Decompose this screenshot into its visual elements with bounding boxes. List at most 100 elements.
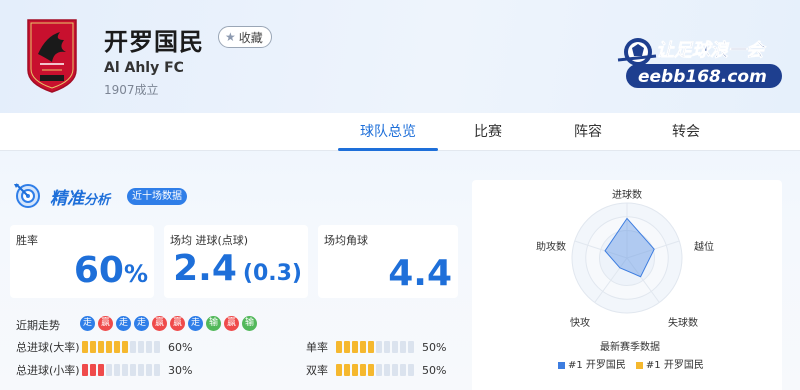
bar-segment-filled — [90, 341, 96, 353]
bar-segment-empty — [400, 364, 406, 376]
target-icon — [14, 183, 40, 208]
tab-overview[interactable]: 球队总览 — [338, 113, 438, 151]
odd-rate-row: 单率 50% — [306, 340, 447, 355]
team-name: 开罗国民 — [104, 28, 204, 56]
team-crest-logo — [27, 19, 77, 93]
form-result-badge: 走 — [116, 316, 131, 331]
bar-percent: 50% — [422, 363, 447, 377]
form-result-badge: 输 — [242, 316, 257, 331]
bar-segment-filled — [82, 341, 88, 353]
form-result-badge: 走 — [188, 316, 203, 331]
stat-value: 60% — [73, 250, 148, 291]
form-result-badge: 走 — [80, 316, 95, 331]
star-icon: ★ — [225, 30, 236, 44]
bar-label: 总进球(大率) — [16, 341, 80, 354]
bar-segment-filled — [114, 341, 120, 353]
bar-label: 双率 — [306, 364, 328, 377]
bar-segments — [82, 364, 160, 376]
bar-segments — [82, 341, 160, 353]
bar-percent: 50% — [422, 340, 447, 354]
bar-segment-filled — [336, 364, 342, 376]
bar-segment-empty — [130, 341, 136, 353]
bar-segment-empty — [376, 341, 382, 353]
stat-label: 场均角球 — [324, 234, 368, 247]
bar-segment-empty — [138, 364, 144, 376]
bar-segment-filled — [360, 341, 366, 353]
bar-segment-empty — [408, 364, 414, 376]
bar-label: 总进球(小率) — [16, 364, 80, 377]
legend-swatch — [635, 361, 643, 369]
bar-segment-empty — [154, 341, 160, 353]
tab-transfers[interactable]: 转会 — [666, 113, 706, 151]
over-rate-row: 总进球(大率) 60% — [16, 340, 193, 355]
bar-segment-filled — [98, 364, 104, 376]
founded-year: 1907成立 — [104, 83, 159, 97]
section-badge: 近十场数据 — [127, 188, 187, 205]
bar-percent: 60% — [168, 340, 193, 354]
favorite-button[interactable]: ★ 收藏 — [218, 26, 272, 48]
bar-segment-empty — [384, 364, 390, 376]
bar-segment-filled — [352, 364, 358, 376]
recent-form-list: 走赢走走赢赢走输赢输 — [80, 316, 257, 331]
legend-item[interactable]: #1 开罗国民 — [558, 356, 626, 371]
bar-segment-filled — [360, 364, 366, 376]
brand-logo: 让足球浪一会 eebb168.com — [617, 38, 782, 88]
bar-segment-filled — [90, 364, 96, 376]
bar-segments — [336, 341, 414, 353]
bar-segments — [336, 364, 414, 376]
form-result-badge: 赢 — [98, 316, 113, 331]
even-rate-row: 双率 50% — [306, 363, 447, 378]
bar-segment-filled — [82, 364, 88, 376]
radar-axis-label: 助攻数 — [536, 242, 566, 253]
stat-card-win-rate: 胜率 60% — [10, 225, 154, 298]
stat-card-goals: 场均 进球(点球) 2.4 (0.3) — [164, 225, 308, 298]
bar-segment-filled — [122, 341, 128, 353]
stat-value: 2.4 (0.3) — [173, 248, 302, 289]
radar-axis-label: 快攻 — [570, 318, 590, 329]
bar-segment-empty — [114, 364, 120, 376]
form-result-badge: 赢 — [170, 316, 185, 331]
radar-axis-label: 进球数 — [612, 190, 642, 201]
radar-legend-title: 最新赛季数据 — [600, 342, 660, 353]
brand-slogan: 让足球浪一会 — [656, 40, 767, 61]
bar-segment-empty — [376, 364, 382, 376]
recent-form-label: 近期走势 — [16, 319, 60, 332]
stat-value: 4.4 — [388, 253, 452, 294]
bar-segment-empty — [392, 341, 398, 353]
bar-segment-empty — [384, 341, 390, 353]
legend-swatch — [558, 361, 565, 369]
bar-segment-filled — [336, 341, 342, 353]
bar-percent: 30% — [168, 363, 193, 377]
bar-label: 单率 — [306, 341, 328, 354]
bar-segment-empty — [408, 341, 414, 353]
radar-panel: 进球数 越位 失球数 快攻 助攻数 最新赛季数据 #1 开罗国民 #1 开罗国民 — [472, 180, 782, 390]
brand-domain: eebb168.com — [638, 67, 767, 87]
bar-segment-empty — [146, 364, 152, 376]
bar-segment-empty — [146, 341, 152, 353]
bar-segment-empty — [106, 364, 112, 376]
bar-segment-filled — [106, 341, 112, 353]
stat-label: 胜率 — [16, 234, 38, 247]
radar-axis-label: 越位 — [694, 242, 714, 253]
form-result-badge: 走 — [134, 316, 149, 331]
bar-segment-filled — [368, 364, 374, 376]
stat-card-corners: 场均角球 4.4 — [318, 225, 458, 298]
radar-axis-label: 失球数 — [668, 318, 698, 329]
bar-segment-empty — [138, 341, 144, 353]
bar-segment-empty — [122, 364, 128, 376]
tab-matches[interactable]: 比赛 — [468, 113, 508, 151]
section-title-main: 精准 — [50, 189, 84, 209]
bar-segment-filled — [344, 364, 350, 376]
form-result-badge: 赢 — [224, 316, 239, 331]
bar-segment-empty — [400, 341, 406, 353]
bar-segment-empty — [130, 364, 136, 376]
legend-item[interactable]: #1 开罗国民 — [635, 356, 704, 371]
bar-segment-filled — [98, 341, 104, 353]
radar-legend: #1 开罗国民 #1 开罗国民 — [558, 356, 704, 371]
bar-segment-filled — [352, 341, 358, 353]
tab-squad[interactable]: 阵容 — [568, 113, 608, 151]
under-rate-row: 总进球(小率) 30% — [16, 363, 193, 378]
form-result-badge: 赢 — [152, 316, 167, 331]
bar-segment-filled — [344, 341, 350, 353]
team-header: 开罗国民 ★ 收藏 Al Ahly FC 1907成立 让足球浪一会 eebb1… — [0, 0, 800, 113]
